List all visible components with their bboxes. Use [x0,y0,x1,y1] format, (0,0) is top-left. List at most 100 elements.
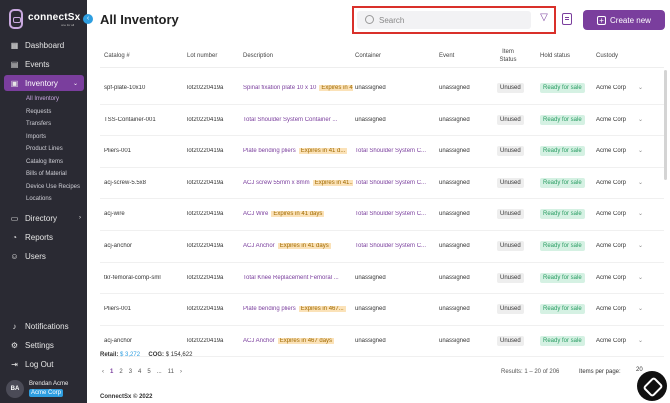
col-event[interactable]: Event [439,52,454,60]
cell-catalog: acj-anchor [104,337,133,344]
search-box[interactable] [357,11,531,29]
col-item-status[interactable]: Item Status [497,48,519,64]
table-row[interactable]: acj-wire lot20220419a ACJ Wire Expires in 4… [100,199,664,231]
cell-description[interactable]: Total Knee Replacement Femoral ... [243,275,353,281]
search-highlight: ▽ [352,6,556,34]
col-description[interactable]: Description [243,52,273,60]
help-chat-icon[interactable] [637,371,667,401]
description-link[interactable]: Plate bending pliers [243,148,296,154]
cell-description[interactable]: Plate bending pliers Expires in 467... [243,306,353,313]
description-link[interactable]: ACJ Wire [243,211,268,217]
chevron-down-icon[interactable]: ⌄ [638,305,643,312]
search-input[interactable] [379,13,527,27]
description-link[interactable]: Spinal fixation plate 10 x 10 [243,85,316,91]
cell-container[interactable]: Total Shoulder System C... [355,180,435,186]
user-profile[interactable]: BA Brendan Acme Acme Corp [0,377,87,403]
cell-container[interactable]: Total Shoulder System C... [355,243,435,249]
cell-container[interactable]: Total Shoulder System C... [355,211,435,217]
cell-description[interactable]: ACJ Wire Expires in 41 days [243,211,353,218]
table-row[interactable]: spf-plate-10x10 lot20220419a Spinal fixati… [100,73,664,105]
items-per-page-select[interactable]: 20 [636,367,643,373]
sub-imports[interactable]: Imports [26,131,46,143]
page-4[interactable]: 4 [138,369,141,375]
nav-directory[interactable]: ▭ Directory › [0,210,87,226]
sub-product-lines[interactable]: Product Lines [26,143,63,155]
user-name: Brendan Acme [29,381,69,387]
sub-requests[interactable]: Requests [26,106,51,118]
table-row[interactable]: tkr-femoral-comp-sml lot20220419a Total Kn… [100,263,664,295]
sub-transfers[interactable]: Transfers [26,118,51,130]
cell-description[interactable]: Total Shoulder System Container ... [243,117,353,123]
description-link[interactable]: ACJ screw 55mm x 8mm [243,180,310,186]
pagination: ‹ 1 2 3 4 5 ... 11 › [102,369,188,375]
chevron-down-icon[interactable]: ⌄ [638,337,643,344]
nav-settings[interactable]: ⚙ Settings [0,337,87,353]
chevron-down-icon[interactable]: ⌄ [638,242,643,249]
hold-status-badge: Ready for sale [540,146,585,157]
chevron-down-icon[interactable]: ⌄ [638,274,643,281]
page-3[interactable]: 3 [129,369,132,375]
chevron-left-icon[interactable]: ‹ [83,14,93,24]
sub-bills-of-material[interactable]: Bills of Material [26,168,67,180]
table-row[interactable]: Pliers-001 lot20220419a Plate bending plie… [100,294,664,326]
nav-notifications[interactable]: ♪ Notifications [0,318,87,334]
col-catalog[interactable]: Catalog # [104,52,130,60]
table-row[interactable]: Pliers-001 lot20220419a Plate bending plie… [100,136,664,168]
expires-badge: Expires in 467 days [277,337,335,344]
description-link[interactable]: ACJ Anchor [243,338,275,344]
status-badge: Unused [497,209,524,220]
cell-description[interactable]: ACJ screw 55mm x 8mm Expires in 41... [243,179,353,186]
nav-events[interactable]: ▤ Events [0,56,87,72]
chevron-right-icon: › [79,215,81,221]
page-5[interactable]: 5 [147,369,150,375]
nav-logout[interactable]: ⇥ Log Out [0,356,87,372]
cell-custody: Acme Corp [596,179,627,186]
table-row[interactable]: TSS-Container-001 lot20220419a Total Shoul… [100,105,664,137]
table-scrollbar[interactable] [664,70,667,180]
nav-reports[interactable]: ◔ Reports [0,229,87,245]
cell-catalog: tkr-femoral-comp-sml [104,274,161,281]
col-lot[interactable]: Lot number [187,52,217,60]
description-link[interactable]: Plate bending pliers [243,306,296,312]
page-1[interactable]: 1 [110,369,113,375]
chevron-down-icon[interactable]: ⌄ [638,179,643,186]
hold-status-badge: Ready for sale [540,335,585,346]
chevron-down-icon[interactable]: ⌄ [638,84,643,91]
sub-all-inventory[interactable]: All Inventory [26,93,59,105]
table-row[interactable]: acj-screw-5.5x8 lot20220419a ACJ screw 55m… [100,168,664,200]
col-hold-status[interactable]: Hold status [540,52,570,60]
nav-users[interactable]: ☺ Users [0,248,87,264]
export-icon[interactable] [562,13,572,25]
filter-icon[interactable]: ▽ [538,11,550,25]
cell-description[interactable]: Plate bending pliers Expires in 41 d... [243,148,353,155]
chevron-down-icon[interactable]: ⌄ [638,147,643,154]
description-link[interactable]: Total Shoulder System Container ... [243,117,337,123]
sub-catalog-items[interactable]: Catalog Items [26,156,63,168]
chevron-down-icon[interactable]: ⌄ [638,116,643,123]
prev-page-button[interactable]: ‹ [102,369,104,375]
bell-icon: ♪ [12,321,17,331]
description-link[interactable]: ACJ Anchor [243,243,275,249]
page-11[interactable]: 11 [168,369,174,375]
col-custody[interactable]: Custody [596,52,618,60]
table-row[interactable]: acj-anchor lot20220419a ACJ Anchor Expires … [100,231,664,263]
sub-device-use-recipes[interactable]: Device Use Recipes [26,181,80,193]
cell-description[interactable]: ACJ Anchor Expires in 41 days [243,243,353,249]
logo-tagline: one for all [61,23,75,27]
app-logo[interactable]: connectSx one for all [6,6,84,32]
sub-locations[interactable]: Locations [26,193,52,205]
cell-catalog: spf-plate-10x10 [104,85,146,91]
cell-container[interactable]: Total Shoulder System C... [355,148,435,154]
chevron-down-icon[interactable]: ⌄ [638,210,643,217]
cell-description[interactable]: Spinal fixation plate 10 x 10 Expires in … [243,85,353,91]
users-icon: ☺ [10,251,19,261]
create-new-button[interactable]: + Create new [583,10,665,30]
cell-event: unassigned [439,274,470,281]
nav-dashboard[interactable]: ▦ Dashboard [0,37,87,53]
page-2[interactable]: 2 [119,369,122,375]
next-page-button[interactable]: › [180,369,182,375]
cell-description[interactable]: ACJ Anchor Expires in 467 days [243,337,353,344]
col-container[interactable]: Container [355,52,381,60]
description-link[interactable]: Total Knee Replacement Femoral ... [243,275,339,281]
nav-inventory[interactable]: ▣ Inventory ⌄ [4,75,84,91]
